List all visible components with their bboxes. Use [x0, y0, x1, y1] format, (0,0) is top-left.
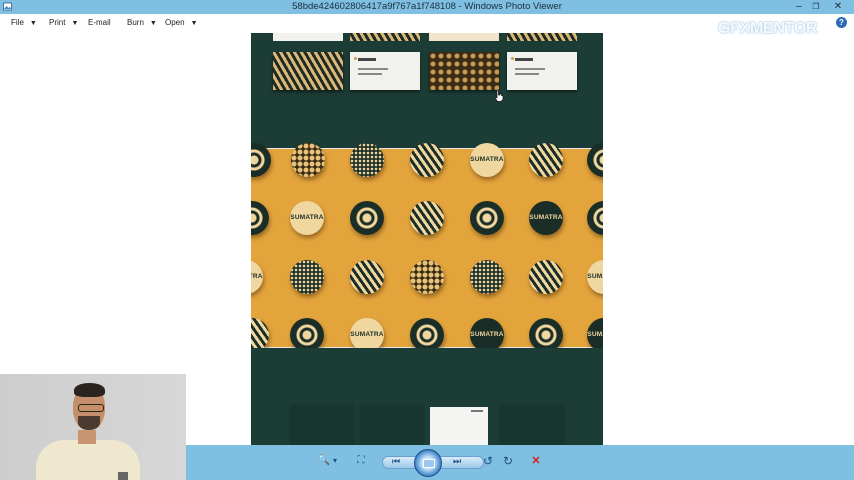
pin-badge: [410, 318, 444, 352]
bottom-toolbar: 🔍 ▾ ⛶ ⏮ ⏭ ↺ ↻ ✕: [186, 445, 854, 480]
menu-email-label: E-mail: [88, 18, 111, 27]
business-card-white: [350, 52, 420, 90]
pin-badge: [470, 201, 504, 235]
badge-label: SUMATRA: [587, 331, 603, 338]
badge-label: SUMATRA: [470, 331, 504, 338]
webcam-overlay: [0, 374, 186, 480]
rotate-clockwise-icon[interactable]: ↻: [500, 453, 516, 469]
menu-print[interactable]: Print ▼: [49, 18, 78, 27]
menu-file-label: File: [11, 18, 24, 27]
image-section-buttons: SUMATRA SUMATRA SUMATRA SUMATRA SUMATRA …: [251, 143, 603, 352]
pin-badge: [529, 318, 563, 352]
previous-icon[interactable]: ⏮: [387, 453, 405, 469]
pin-badge: [350, 260, 384, 294]
pin-badge: [251, 143, 271, 177]
menu-open[interactable]: Open ▼: [165, 18, 198, 27]
zoom-dropdown-chevron-icon[interactable]: ▾: [331, 453, 339, 469]
hand-cursor-icon: [494, 89, 504, 102]
pin-badge: [251, 201, 269, 235]
card-edge: [507, 33, 577, 41]
pin-badge: [410, 260, 444, 294]
menu-burn-label: Burn: [127, 18, 144, 27]
badge-label: SUMATRA: [350, 331, 384, 338]
restore-button[interactable]: ❐: [806, 0, 826, 14]
rotate-counterclockwise-icon[interactable]: ↺: [480, 453, 496, 469]
chevron-down-icon: ▼: [71, 20, 79, 27]
card-edge: [273, 33, 343, 41]
actual-size-icon[interactable]: ⛶: [353, 453, 369, 469]
pin-badge: [410, 201, 444, 235]
pin-badge: [587, 201, 603, 235]
business-card-giraffe: [429, 52, 499, 90]
card-edge: [350, 33, 420, 41]
window-title: 58bde424602806417a9f767a1f748108 - Windo…: [292, 1, 562, 12]
slideshow-button[interactable]: [414, 449, 442, 477]
stationery-paper: [430, 407, 488, 445]
pin-badge: [290, 260, 324, 294]
pin-badge: [350, 143, 384, 177]
badge-label: SUMATRA: [529, 214, 563, 221]
stationery-card: [361, 405, 423, 445]
close-button[interactable]: ✕: [828, 0, 848, 14]
help-icon[interactable]: ?: [836, 17, 847, 28]
pin-badge: [291, 143, 325, 177]
business-card-white: [507, 52, 577, 90]
menu-print-label: Print: [49, 18, 66, 27]
badge-label: SUMATRA: [587, 273, 603, 280]
pin-badge: [251, 318, 269, 352]
pin-badge: [529, 260, 563, 294]
menu-email[interactable]: E-mail: [88, 18, 111, 27]
badge-label: SUMATRA: [470, 156, 504, 163]
pin-badge: [470, 260, 504, 294]
gfxmentor-logo: GFXMENTOR: [718, 20, 818, 37]
pin-badge: SUMATRA: [587, 318, 603, 352]
chevron-down-icon: ▼: [190, 20, 198, 27]
menu-open-label: Open: [165, 18, 185, 27]
image-section-business-cards: [251, 33, 603, 148]
menu-burn[interactable]: Burn ▼: [127, 18, 157, 27]
pin-badge: SUMATRA: [587, 260, 603, 294]
badge-label: SUMATRA: [290, 214, 324, 221]
pin-badge: SUMATRA: [529, 201, 563, 235]
chevron-down-icon: ▼: [149, 20, 157, 27]
next-icon[interactable]: ⏭: [448, 453, 466, 469]
image-section-stationery: [251, 348, 603, 445]
pin-badge: [410, 143, 444, 177]
pin-badge: SUMATRA: [470, 143, 504, 177]
pin-badge: SUMATRA: [470, 318, 504, 352]
zoom-icon[interactable]: 🔍: [317, 453, 331, 469]
pin-badge: [350, 201, 384, 235]
pin-badge: SUMATRA: [350, 318, 384, 352]
slideshow-icon: [423, 459, 435, 468]
title-bar: 58bde424602806417a9f767a1f748108 - Windo…: [0, 0, 854, 14]
menu-file[interactable]: File ▼: [11, 18, 37, 27]
pin-badge: SUMATRA: [290, 201, 324, 235]
stationery-card: [501, 405, 563, 445]
pin-badge: [587, 143, 603, 177]
pin-badge: [529, 143, 563, 177]
pin-badge: [290, 318, 324, 352]
badge-label: SUMATRA: [251, 273, 263, 280]
chevron-down-icon: ▼: [29, 20, 37, 27]
photo-canvas: SUMATRA SUMATRA SUMATRA SUMATRA SUMATRA …: [251, 33, 603, 445]
delete-icon[interactable]: ✕: [528, 453, 544, 469]
business-card-zebra: [273, 52, 343, 90]
pin-badge: SUMATRA: [251, 260, 263, 294]
stationery-card: [291, 405, 353, 445]
card-edge: [429, 33, 499, 41]
